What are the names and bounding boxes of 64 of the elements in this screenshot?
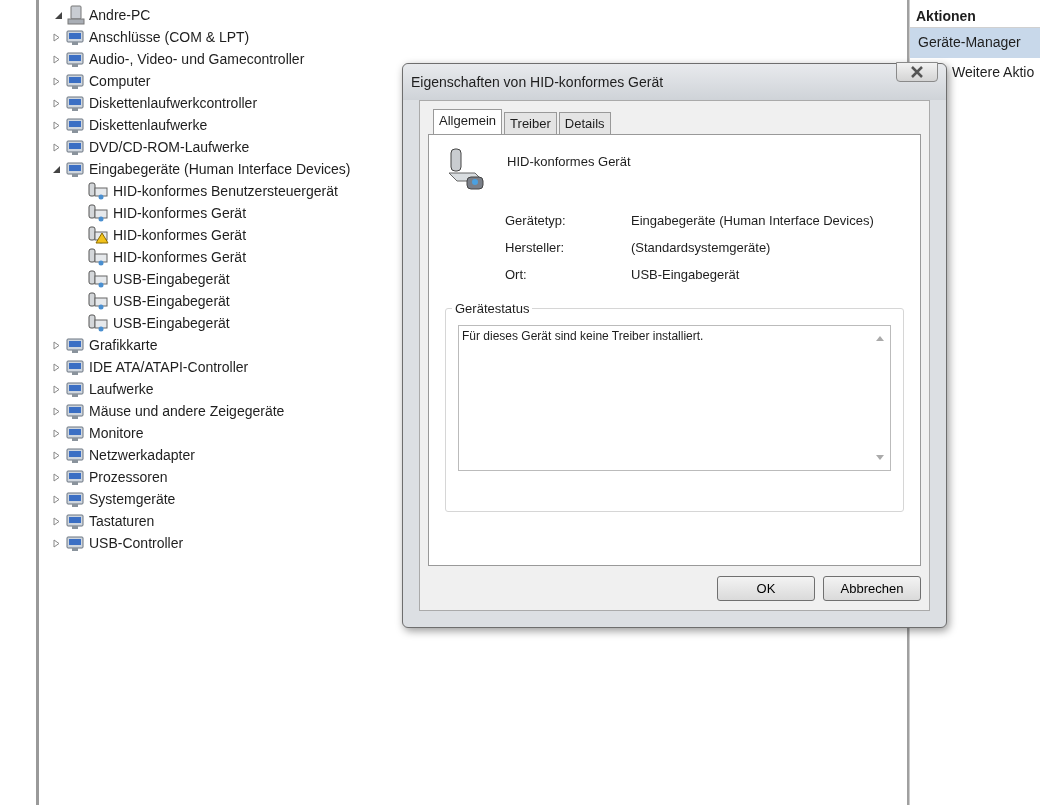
close-icon [910,66,924,78]
computer-icon [67,5,85,25]
tree-item[interactable]: Monitore [89,425,144,441]
device-icon [65,424,85,442]
tree-item[interactable]: Laufwerke [89,381,154,397]
tab[interactable]: Details [558,112,611,134]
device-icon [65,446,85,464]
action-item[interactable]: Geräte-Manager [910,28,1040,58]
tree-item[interactable]: DVD/CD-ROM-Laufwerke [89,139,250,155]
tree-item[interactable]: Netzwerkadapter [89,447,195,463]
property-value: Eingabegeräte (Human Interface Devices) [631,213,875,228]
tree-item[interactable]: Tastaturen [89,513,155,529]
device-icon [65,94,85,112]
device-icon [65,72,85,90]
tree-item[interactable]: Diskettenlaufwerkcontroller [89,95,258,111]
group-title: Gerätestatus [452,301,533,316]
device-icon [65,512,85,530]
device-icon [65,402,85,420]
dialog-button[interactable]: Abbrechen [823,576,921,601]
scroll-down-icon[interactable] [876,455,884,461]
tree-item[interactable]: Grafikkarte [89,337,158,353]
device-icon [65,468,85,486]
dialog-title: Eigenschaften von HID-konformes Gerät [411,74,664,90]
property-label: Ort: [505,267,528,282]
property-label: Gerätetyp: [505,213,567,228]
device-icon [65,358,85,376]
tree-item[interactable]: IDE ATA/ATAPI-Controller [89,359,249,375]
tree-item[interactable]: Eingabegeräte (Human Interface Devices) [89,161,351,177]
device-icon [65,336,85,354]
status-text-box[interactable]: Für dieses Gerät sind keine Treiber installiert. [458,325,891,471]
property-value: USB-Eingabegerät [631,267,741,282]
device-icon [65,490,85,508]
tree-item[interactable]: USB-Controller [89,535,184,551]
close-button[interactable] [896,62,938,82]
device-icon [65,116,85,134]
device-icon [65,138,85,156]
tree-item[interactable]: Anschlüsse (COM & LPT) [89,29,250,45]
device-icon [65,160,85,178]
tree-item[interactable]: Audio-, Video- und Gamecontroller [89,51,305,67]
tree-item[interactable]: HID-konformes Gerät [113,205,247,221]
tree-item[interactable]: Computer [89,73,151,89]
status-text: Für dieses Gerät sind keine Treiber installiert. [462,329,704,345]
property-label: Hersteller: [505,240,566,255]
device-icon [65,50,85,68]
tree-item[interactable]: USB-Eingabegerät [113,315,230,331]
device-name: HID-konformes Gerät [507,154,631,169]
tree-item[interactable]: HID-konformes Gerät [113,249,247,265]
device-icon [65,28,85,46]
tab[interactable]: Allgemein [433,109,503,135]
tree-item[interactable]: HID-konformes Gerät [113,227,247,243]
tree-item[interactable]: HID-konformes Benutzersteuergerät [113,183,338,199]
tree-item[interactable]: USB-Eingabegerät [113,271,230,287]
scroll-up-icon[interactable] [876,335,884,341]
tree-item[interactable]: Prozessoren [89,469,168,485]
tree-item[interactable]: USB-Eingabegerät [113,293,230,309]
tree-item[interactable]: Mäuse und andere Zeigegeräte [89,403,285,419]
tree-item[interactable]: Diskettenlaufwerke [89,117,208,133]
property-value: (Standardsystemgeräte) [631,240,772,255]
dialog-button[interactable]: OK [717,576,815,601]
tab[interactable]: Treiber [504,112,557,134]
tree-item[interactable]: Andre-PC [89,7,151,23]
device-icon [65,534,85,552]
device-icon [65,380,85,398]
tree-item[interactable]: Systemgeräte [89,491,176,507]
